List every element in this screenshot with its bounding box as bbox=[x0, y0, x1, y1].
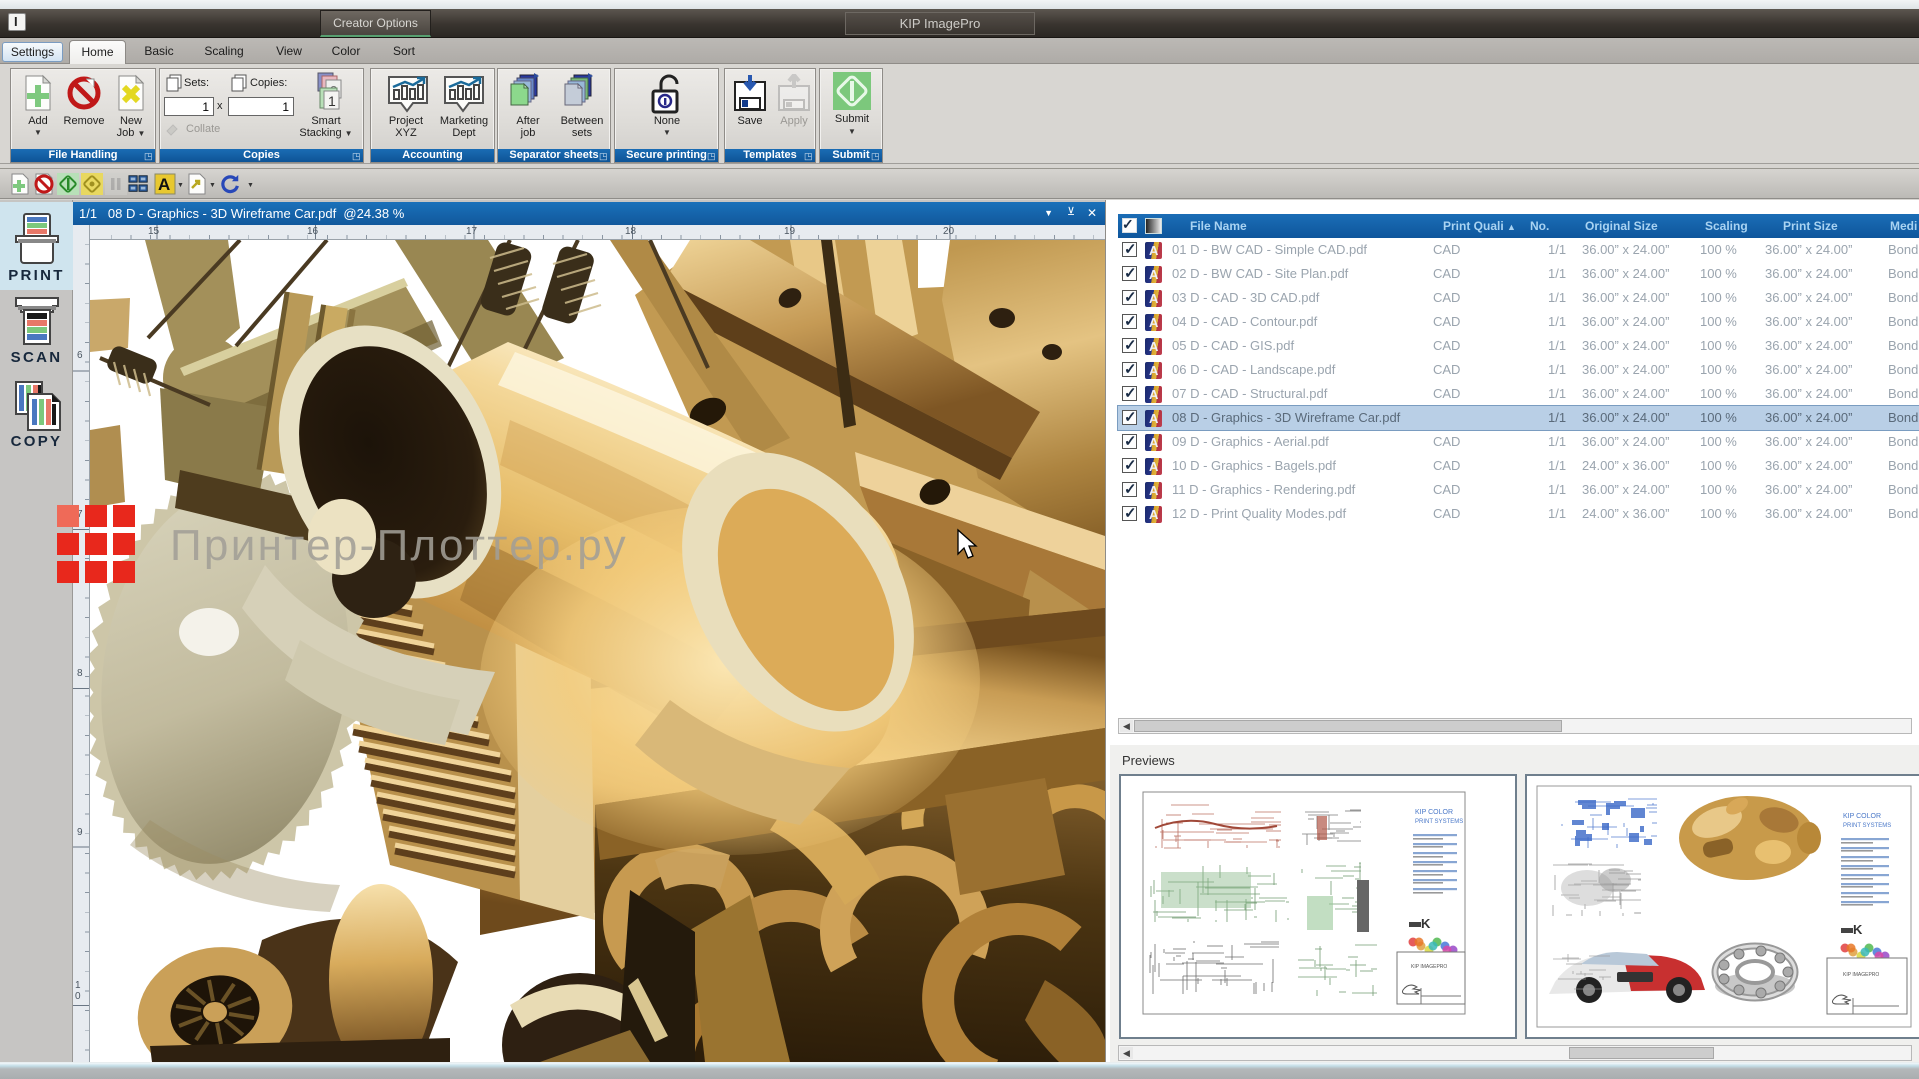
svg-text:K: K bbox=[1421, 916, 1431, 931]
svg-text:KIP COLOR: KIP COLOR bbox=[1415, 809, 1453, 816]
svg-text:KIP IMAGEPRO: KIP IMAGEPRO bbox=[1843, 972, 1879, 978]
svg-text:KIP COLOR: KIP COLOR bbox=[1843, 813, 1881, 820]
svg-text:K: K bbox=[1853, 922, 1863, 937]
svg-text:PRINT SYSTEMS: PRINT SYSTEMS bbox=[1843, 823, 1891, 829]
svg-text:KIP IMAGEPRO: KIP IMAGEPRO bbox=[1411, 964, 1447, 970]
svg-text:1: 1 bbox=[328, 93, 336, 109]
svg-text:A: A bbox=[158, 175, 170, 194]
svg-text:PRINT SYSTEMS: PRINT SYSTEMS bbox=[1415, 819, 1463, 825]
